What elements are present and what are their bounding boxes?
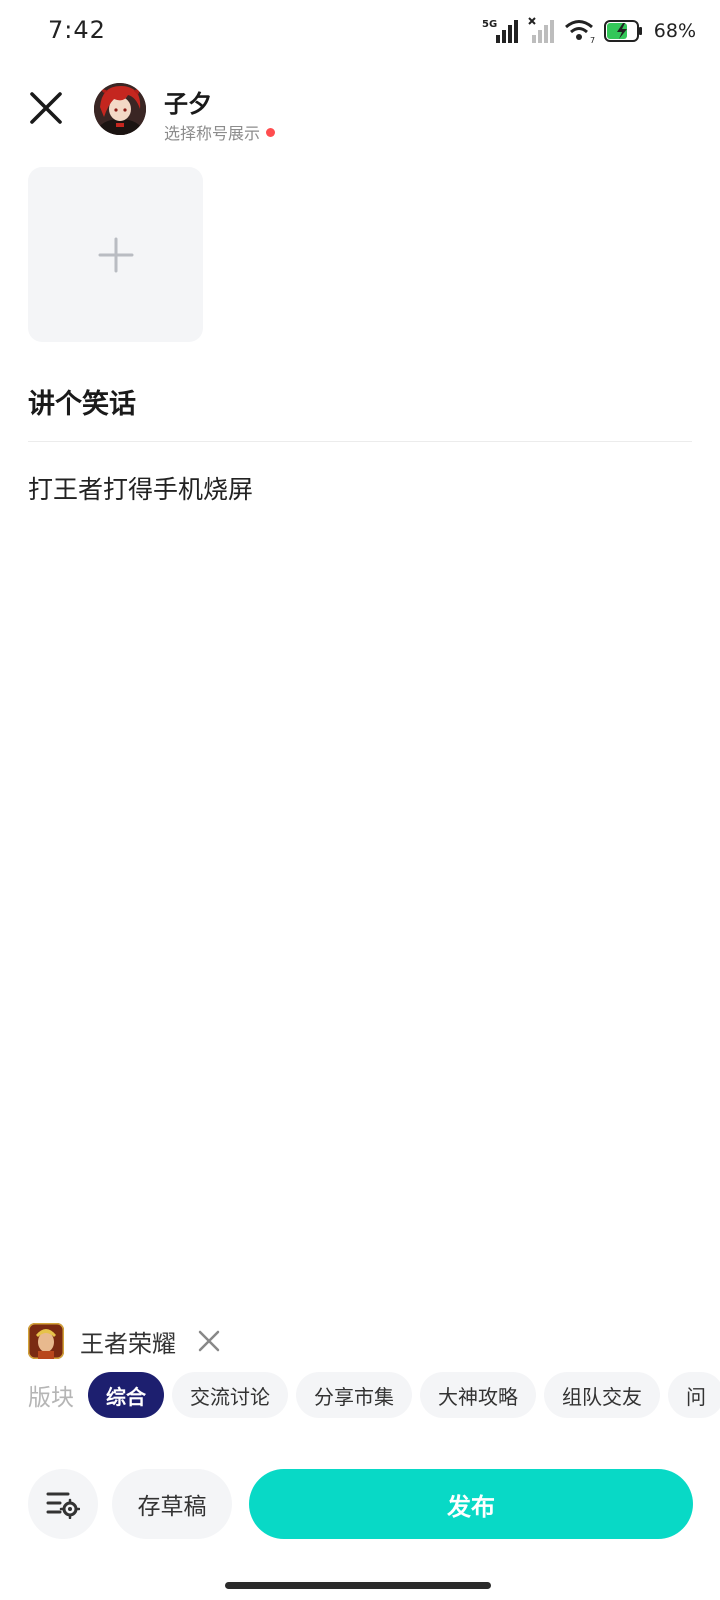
- post-body-input[interactable]: 打王者打得手机烧屏: [28, 470, 253, 506]
- remove-game-button[interactable]: [196, 1328, 222, 1354]
- publish-button[interactable]: 发布: [249, 1469, 693, 1539]
- notification-dot: [266, 127, 276, 137]
- list-settings-icon: [46, 1492, 80, 1519]
- plus-icon: [98, 237, 133, 272]
- status-bar: 7:42 5G 7 68%: [0, 0, 720, 62]
- svg-text:7: 7: [590, 36, 595, 44]
- section-chip-questions[interactable]: 问: [668, 1372, 720, 1418]
- game-tag: 王者荣耀: [28, 1323, 222, 1359]
- status-time: 7:42: [48, 16, 106, 44]
- cellular-5g-icon: 5G: [482, 19, 518, 43]
- section-chip-discussion[interactable]: 交流讨论: [172, 1372, 288, 1418]
- game-logo-image: [28, 1323, 64, 1359]
- username: 子夕: [164, 90, 212, 118]
- section-selector: 版块 综合 交流讨论 分享市集 大神攻略 组队交友 问: [28, 1372, 720, 1418]
- status-icons: 5G 7 68%: [482, 14, 696, 48]
- close-icon: [30, 92, 62, 124]
- section-chip-market[interactable]: 分享市集: [296, 1372, 412, 1418]
- section-chip-team[interactable]: 组队交友: [544, 1372, 660, 1418]
- network-label: 5G: [482, 19, 497, 30]
- avatar-image: [94, 83, 146, 135]
- section-chip-guides[interactable]: 大神攻略: [420, 1372, 536, 1418]
- battery-percent: 68%: [653, 20, 696, 42]
- battery-charging-icon: [603, 20, 642, 42]
- section-chip-general[interactable]: 综合: [88, 1372, 164, 1418]
- game-name: 王者荣耀: [80, 1329, 176, 1358]
- section-label: 版块: [28, 1385, 74, 1411]
- game-icon: [28, 1323, 64, 1359]
- home-indicator[interactable]: [225, 1582, 491, 1589]
- save-draft-button[interactable]: 存草稿: [112, 1469, 232, 1539]
- title-divider: [28, 441, 692, 442]
- close-icon: [198, 1330, 220, 1352]
- add-image-button[interactable]: [28, 167, 203, 342]
- wifi-icon: 7: [564, 20, 595, 44]
- post-settings-button[interactable]: [28, 1469, 98, 1539]
- post-title-input[interactable]: 讲个笑话: [28, 382, 136, 421]
- close-button[interactable]: [24, 86, 68, 130]
- avatar[interactable]: [94, 83, 146, 135]
- cellular-no-signal-icon: [528, 17, 554, 43]
- title-select-link[interactable]: 选择称号展示: [164, 120, 276, 144]
- title-select-label: 选择称号展示: [164, 124, 261, 143]
